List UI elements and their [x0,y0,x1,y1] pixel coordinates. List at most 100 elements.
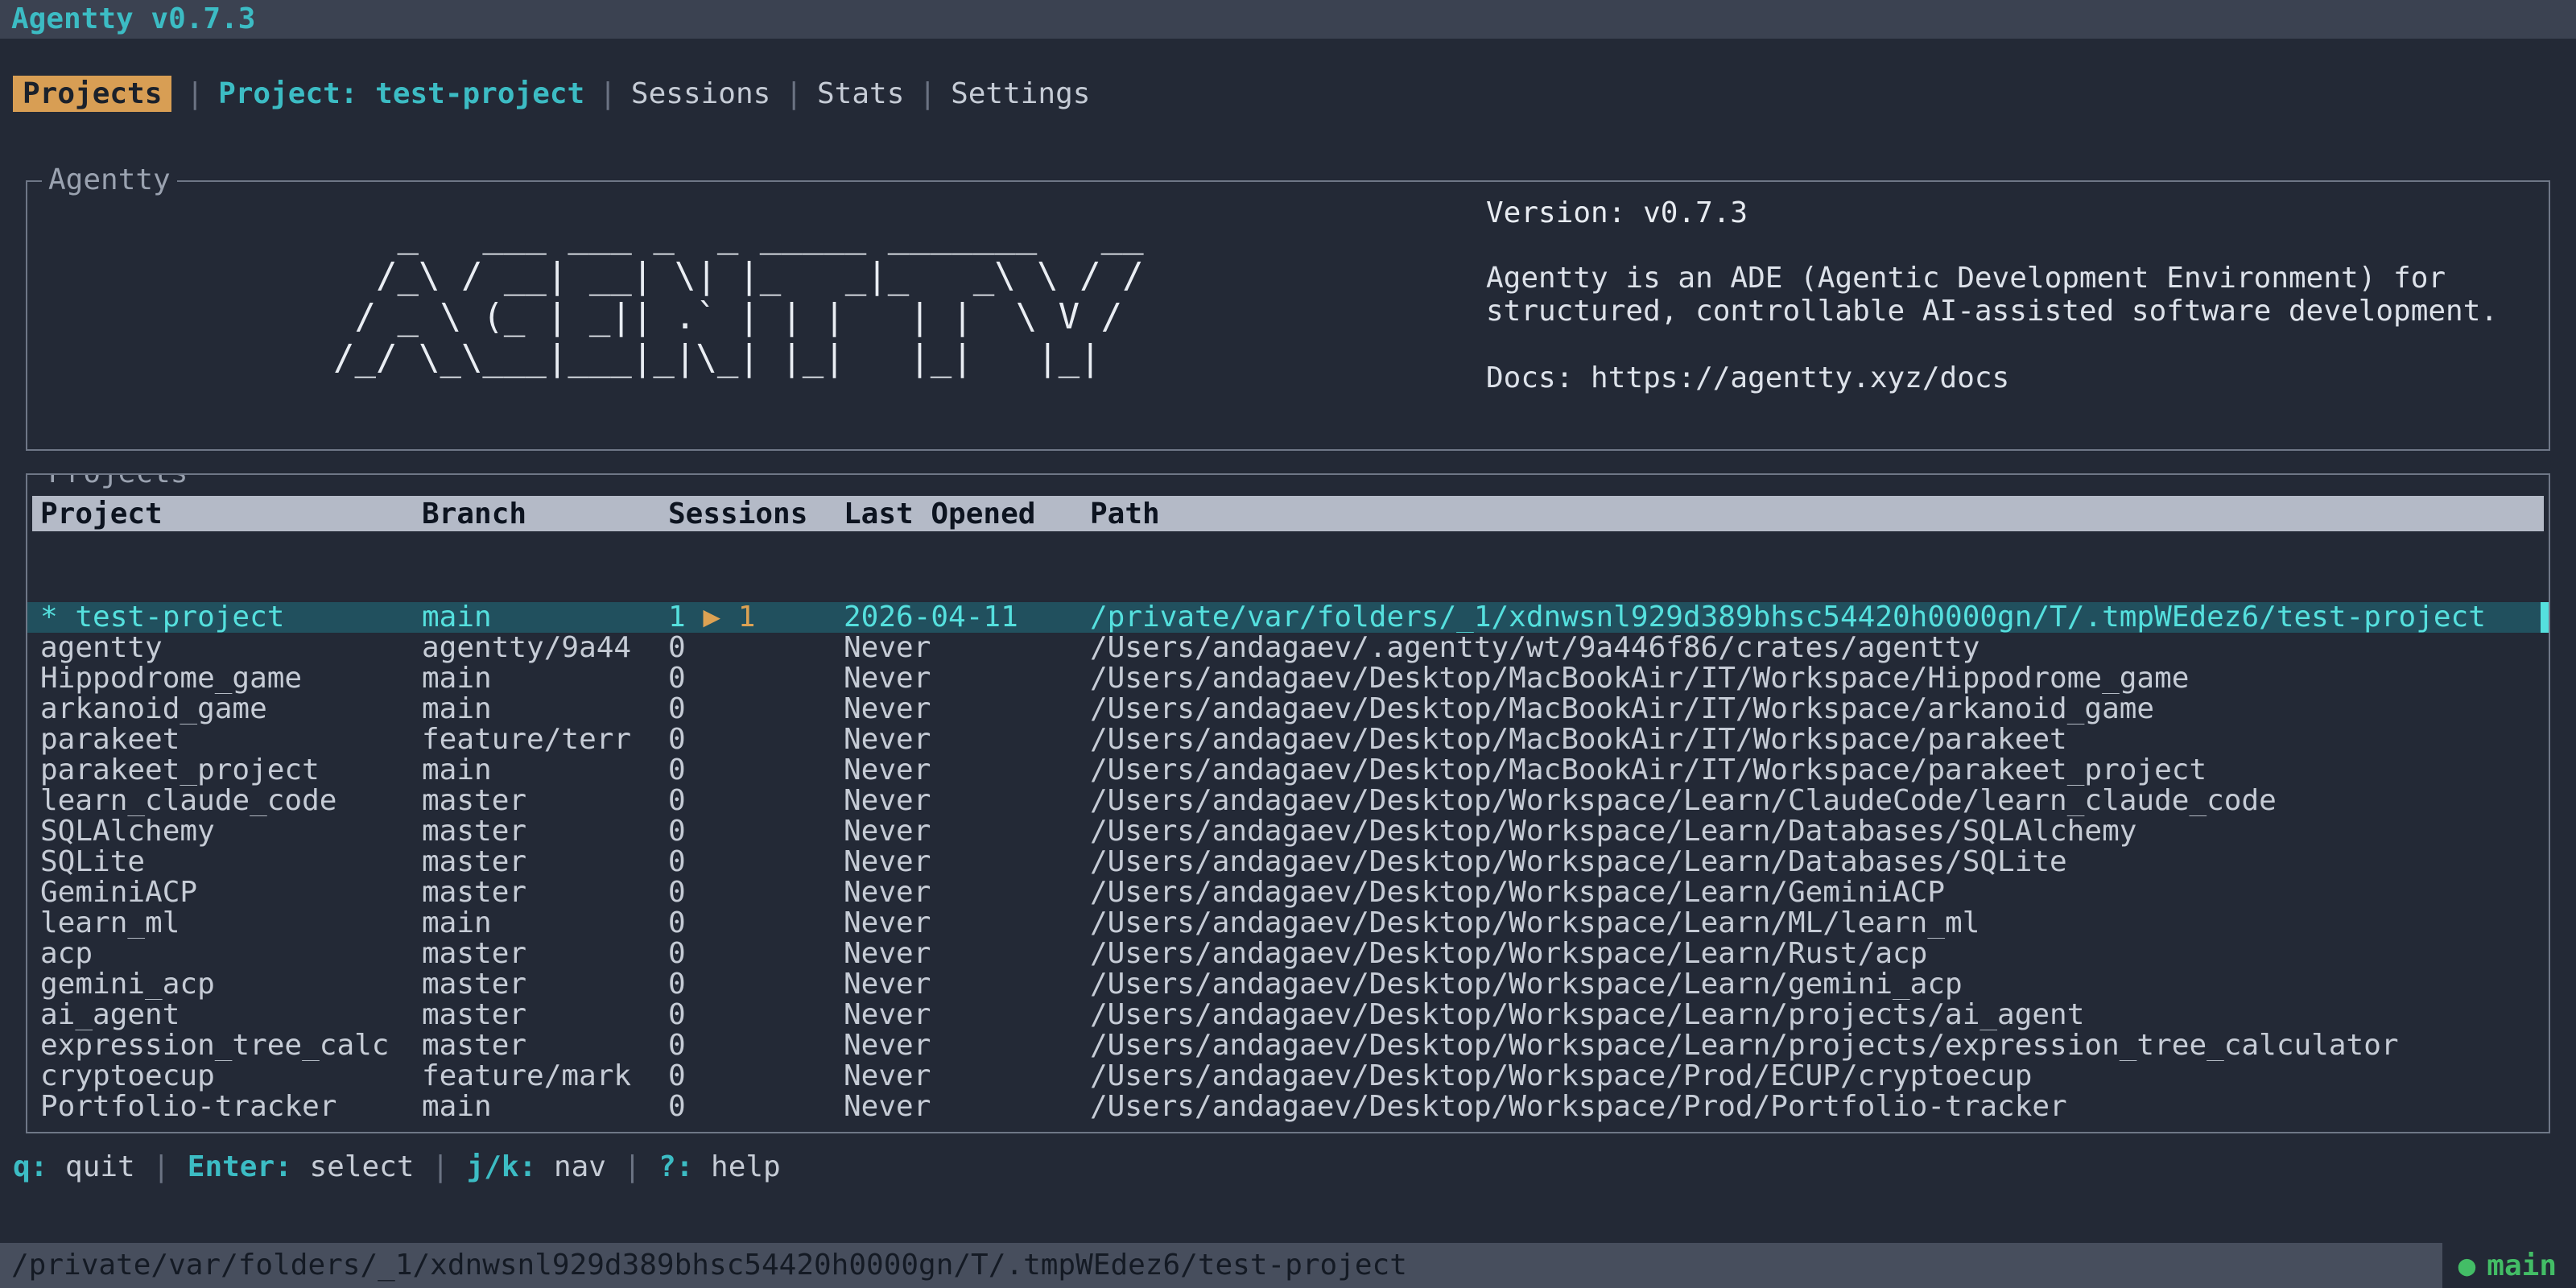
table-row[interactable]: parakeet_projectmain0Never/Users/andagae… [27,755,2549,786]
project-sessions: 0 [668,969,844,1000]
column-header-project: Project [40,497,422,530]
project-branch: master [422,877,668,908]
project-path: /Users/andagaev/Desktop/Workspace/Learn/… [1090,908,2549,939]
table-row[interactable]: arkanoid_gamemain0Never/Users/andagaev/D… [27,694,2549,724]
project-last-opened: Never [844,755,1090,786]
project-last-opened: Never [844,1000,1090,1030]
session-count: 0 [668,877,686,908]
table-row[interactable]: agenttyagentty/9a440Never/Users/andagaev… [27,633,2549,663]
column-header-sessions: Sessions [668,497,844,530]
session-count: 0 [668,1030,686,1061]
tab-bar: Projects|Project: test-project|Sessions|… [0,74,2576,113]
help-key: ?: [658,1150,693,1183]
project-path: /Users/andagaev/Desktop/Workspace/Learn/… [1090,877,2549,908]
project-name: arkanoid_game [40,694,422,724]
project-last-opened: Never [844,969,1090,1000]
project-sessions: 0 [668,663,844,694]
project-branch: feature/mark [422,1061,668,1092]
git-branch-label: main [2487,1249,2557,1282]
table-row[interactable]: Hippodrome_gamemain0Never/Users/andagaev… [27,663,2549,694]
table-row[interactable]: GeminiACPmaster0Never/Users/andagaev/Des… [27,877,2549,908]
git-status-dot-icon: ● [2458,1249,2476,1282]
project-branch: main [422,908,668,939]
about-panel: Agentty _ ___ ___ _ _ _____ _______ __ /… [26,180,2550,451]
project-last-opened: Never [844,908,1090,939]
project-path: /Users/andagaev/Desktop/MacBookAir/IT/Wo… [1090,694,2549,724]
tab-current-project[interactable]: Project: test-project [218,77,584,110]
project-sessions: 0 [668,755,844,786]
project-path: /Users/andagaev/Desktop/MacBookAir/IT/Wo… [1090,755,2549,786]
project-name: parakeet_project [40,755,422,786]
project-last-opened: Never [844,724,1090,755]
help-separator: | [135,1150,188,1183]
projects-panel: Projects Project Branch Sessions Last Op… [26,473,2550,1133]
project-path: /private/var/folders/_1/xdnwsnl929d389bh… [1090,602,2549,633]
description-text: Agentty is an ADE (Agentic Development E… [1486,262,2516,328]
project-branch: master [422,1000,668,1030]
session-count: 0 [668,633,686,663]
project-name: agentty [40,633,422,663]
help-key: Enter: [188,1150,292,1183]
tab-separator: | [919,77,936,110]
help-label: select [292,1150,415,1183]
project-branch: feature/terr [422,724,668,755]
table-row[interactable]: cryptoecupfeature/mark0Never/Users/andag… [27,1061,2549,1092]
project-path: /Users/andagaev/Desktop/Workspace/Learn/… [1090,847,2549,877]
help-separator: | [415,1150,467,1183]
session-count: 0 [668,694,686,724]
tab-settings[interactable]: Settings [951,77,1090,110]
scrollbar-thumb[interactable] [2541,602,2549,633]
help-label: help [693,1150,780,1183]
project-name: ai_agent [40,1000,422,1030]
table-row[interactable]: expression_tree_calcmaster0Never/Users/a… [27,1030,2549,1061]
table-row[interactable]: gemini_acpmaster0 Never/Users/andagaev/De… [27,969,2549,1000]
help-key: q: [13,1150,47,1183]
tab-separator: | [785,77,803,110]
project-path: /Users/andagaev/Desktop/Workspace/Learn/… [1090,1030,2549,1061]
project-branch: main [422,663,668,694]
session-count: 0 [668,939,686,969]
table-row[interactable]: Portfolio-trackermain0Never/Users/andaga… [27,1092,2549,1122]
table-row[interactable]: SQLAlchemymaster0Never/Users/andagaev/De… [27,816,2549,847]
session-count: 0 [668,663,686,694]
session-count: 0 [668,969,686,1000]
project-name: parakeet [40,724,422,755]
about-info: Version: v0.7.3 Agentty is an ADE (Agent… [1486,182,2516,449]
table-row[interactable]: ai_agentmaster0Never/Users/andagaev/Desk… [27,1000,2549,1030]
session-count: 0 [668,724,686,755]
project-branch: agentty/9a44 [422,633,668,663]
project-path: /Users/andagaev/Desktop/MacBookAir/IT/Wo… [1090,663,2549,694]
project-path: /Users/andagaev/Desktop/Workspace/Prod/P… [1090,1092,2549,1122]
project-branch: master [422,969,668,1000]
tab-sessions[interactable]: Sessions [631,77,770,110]
title-bar: Agentty v0.7.3 [0,0,2576,39]
table-row[interactable]: SQLitemaster0Never/Users/andagaev/Deskto… [27,847,2549,877]
table-row[interactable]: learn_claude_codemaster0Never/Users/anda… [27,786,2549,816]
docs-link[interactable]: Docs: https://agentty.xyz/docs [1486,361,2516,394]
project-branch: main [422,1092,668,1122]
project-last-opened: Never [844,877,1090,908]
table-row[interactable]: learn_mlmain0Never/Users/andagaev/Deskto… [27,908,2549,939]
project-path: /Users/andagaev/.agentty/wt/9a446f86/cra… [1090,633,2549,663]
project-path: /Users/andagaev/Desktop/Workspace/Learn/… [1090,969,2549,1000]
tab-stats[interactable]: Stats [817,77,904,110]
project-name: gemini_acp [40,969,422,1000]
about-panel-content: _ ___ ___ _ _ _____ _______ __ /_\ / __|… [27,182,2549,449]
table-row[interactable]: parakeetfeature/terr0Never/Users/andagae… [27,724,2549,755]
help-label: nav [536,1150,606,1183]
session-count: 0 [668,908,686,939]
project-sessions: 0 [668,724,844,755]
project-sessions: 0 [668,694,844,724]
session-count: 0 [668,1092,686,1122]
table-row[interactable]: * test-projectmain1 ▶ 12026-04-11/privat… [27,602,2549,633]
project-sessions: 0 [668,877,844,908]
tab-projects[interactable]: Projects [13,76,171,112]
project-path: /Users/andagaev/Desktop/Workspace/Learn/… [1090,1000,2549,1030]
project-path: /Users/andagaev/Desktop/Workspace/Learn/… [1090,786,2549,816]
running-session-badge: ▶ 1 [686,602,756,633]
table-row[interactable]: acpmaster0Never/Users/andagaev/Desktop/W… [27,939,2549,969]
git-status: ● main [2442,1243,2576,1288]
project-branch: master [422,847,668,877]
ascii-logo: _ ___ ___ _ _ _____ _______ __ /_\ / __|… [333,214,1144,449]
project-last-opened: Never [844,1030,1090,1061]
